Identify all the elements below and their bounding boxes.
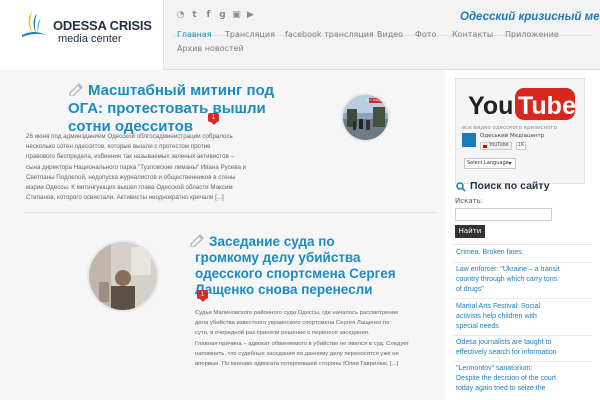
search-title: Поиск по сайту (470, 180, 550, 192)
post-excerpt: Судьи Малиновского районного суда Одессы… (195, 310, 409, 368)
post-thumbnail[interactable] (87, 240, 159, 312)
youtube-logo[interactable]: You Tube (465, 85, 578, 123)
channel-avatar[interactable] (462, 133, 476, 147)
pencil-icon (69, 83, 83, 96)
sidebar: You Tube все видео одесского кризисного … (445, 70, 600, 400)
logo-flame-icon (22, 11, 46, 37)
recent-post-link[interactable]: Crimea. Broken fates (453, 248, 522, 258)
youtube-widget: You Tube все видео одесского кризисного … (455, 78, 585, 184)
search-icon (456, 182, 466, 192)
post-excerpt: 26 июня под админзданием Одесской облгос… (26, 133, 247, 202)
nav-item-contacts[interactable]: Контакты (452, 30, 493, 39)
post-thumbnail[interactable]: Ст. Коцубин (341, 93, 390, 142)
page: ODESSA CRISIS media center ◔ t f g ▣ ▶ О… (0, 0, 600, 400)
pencil-icon (190, 234, 204, 247)
post-title[interactable]: Заседание суда по громкому делу убийства… (190, 233, 396, 298)
nav-item-facebook-broadcast[interactable]: facebook трансляция (285, 30, 374, 39)
search-input[interactable] (455, 208, 552, 221)
comment-count-badge[interactable]: 1 (197, 290, 208, 302)
thumbnail-caption: Ст. Коцубин (367, 99, 387, 102)
nav-item-photo[interactable]: Фото (415, 30, 436, 39)
youtube-logo-you: You (468, 92, 513, 120)
header-bar: ◔ t f g ▣ ▶ Одесский кризисный медиа цен… (163, 0, 600, 70)
recent-post-link[interactable]: "Lermontov" sanatorium: Despite the deci… (453, 364, 556, 394)
search-label: Искать: (455, 197, 484, 205)
search-button[interactable]: Найти (455, 225, 485, 238)
nav-item-archive[interactable]: Архив новостей (177, 44, 244, 53)
logo-subtitle: media center (58, 33, 122, 45)
site-logo[interactable]: ODESSA CRISIS media center (0, 0, 163, 70)
youtube-logo-tube: Tube (518, 92, 576, 120)
links-divider (453, 244, 592, 245)
logo-title: ODESSA CRISIS (53, 18, 152, 33)
nav-item-video[interactable]: Видео (377, 30, 403, 39)
youtube-subscribe-button[interactable]: YouTube (480, 142, 512, 150)
posts-list: Масштабный митинг под ОГА: протестовать … (0, 70, 445, 400)
nav-item-broadcast[interactable]: Трансляция (225, 30, 275, 39)
youtube-caption: все видео одесского кризисного (462, 125, 557, 131)
nav-item-home[interactable]: Главная (177, 30, 212, 39)
site-tagline: Одесский кризисный медиа центр (460, 11, 600, 23)
comment-count-badge[interactable]: 1 (208, 113, 219, 125)
post-divider (25, 212, 437, 213)
recent-post-link[interactable]: Law enforcer: "Ukraine – a transit count… (453, 265, 560, 295)
courtroom-photo (89, 242, 157, 310)
recent-post-link[interactable]: Odesa journalists are taught to effectiv… (453, 338, 557, 358)
post-title[interactable]: Масштабный митинг под ОГА: протестовать … (68, 82, 274, 136)
subscriber-count: 1K (516, 142, 526, 150)
nav-item-app[interactable]: Приложение (505, 30, 559, 39)
channel-name[interactable]: Одеський Медіацентр (480, 133, 544, 139)
language-select[interactable]: Select Language (464, 158, 516, 169)
recent-post-link[interactable]: Martial Arts Festival: Social activists … (453, 302, 540, 332)
